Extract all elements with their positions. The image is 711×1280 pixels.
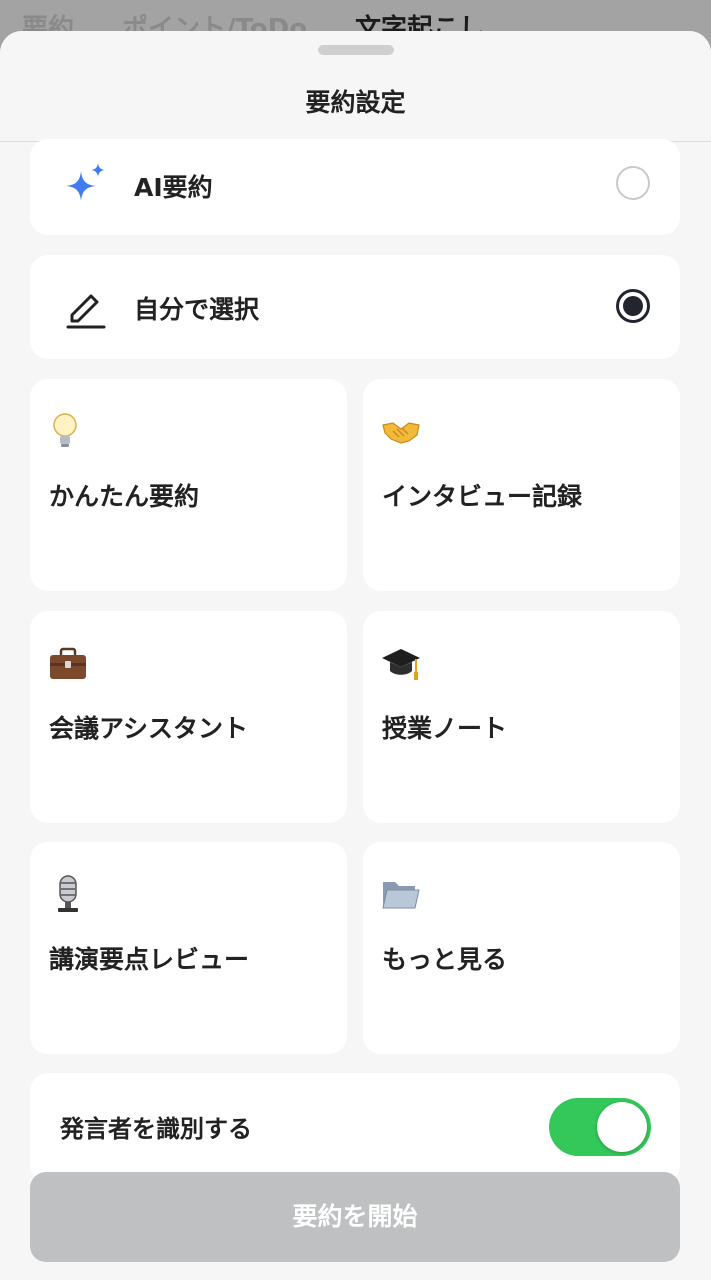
option-manual-select-label: 自分で選択 xyxy=(134,295,260,324)
template-interview-record[interactable]: インタビュー記録 xyxy=(363,379,680,591)
template-simple-summary[interactable]: かんたん要約 xyxy=(30,379,347,591)
lightbulb-icon xyxy=(53,413,77,447)
pencil-icon xyxy=(66,294,106,329)
template-interview-record-label: インタビュー記録 xyxy=(382,482,583,511)
sheet-title: 要約設定 xyxy=(305,88,406,117)
template-meeting-assistant-label: 会議アシスタント xyxy=(49,714,249,743)
speaker-identification-row: 発言者を識別する xyxy=(30,1073,680,1183)
sheet-grabber[interactable] xyxy=(318,45,394,55)
template-lecture-review[interactable]: 講演要点レビュー xyxy=(30,842,347,1054)
template-meeting-assistant[interactable]: 会議アシスタント xyxy=(30,611,347,823)
template-class-notes[interactable]: 授業ノート xyxy=(363,611,680,823)
template-see-more-label: もっと見る xyxy=(382,945,508,974)
template-lecture-review-label: 講演要点レビュー xyxy=(49,945,250,974)
folder-icon xyxy=(382,882,420,909)
graduation-cap-icon xyxy=(382,649,420,680)
sheet-header: 要約設定 xyxy=(0,31,711,142)
option-ai-summary[interactable]: AI要約 xyxy=(30,139,680,235)
briefcase-icon xyxy=(50,647,86,679)
summary-settings-sheet: 要約設定 AI要約 自分で選択 かんたん要約 インタビュー記録 会議アシスタント… xyxy=(0,31,711,1280)
radio-ai-summary[interactable] xyxy=(616,166,650,200)
option-ai-summary-label: AI要約 xyxy=(134,173,213,202)
template-see-more[interactable]: もっと見る xyxy=(363,842,680,1054)
sparkle-icon xyxy=(66,163,105,201)
microphone-icon xyxy=(58,875,78,912)
template-class-notes-label: 授業ノート xyxy=(382,714,508,743)
template-simple-summary-label: かんたん要約 xyxy=(49,482,200,511)
radio-manual-select[interactable] xyxy=(616,289,650,323)
toggle-knob xyxy=(597,1102,647,1152)
start-summary-button[interactable]: 要約を開始 xyxy=(30,1172,680,1262)
handshake-icon xyxy=(382,422,420,444)
speaker-identification-toggle[interactable] xyxy=(549,1098,651,1156)
option-manual-select[interactable]: 自分で選択 xyxy=(30,255,680,359)
speaker-identification-label: 発言者を識別する xyxy=(60,1115,252,1143)
